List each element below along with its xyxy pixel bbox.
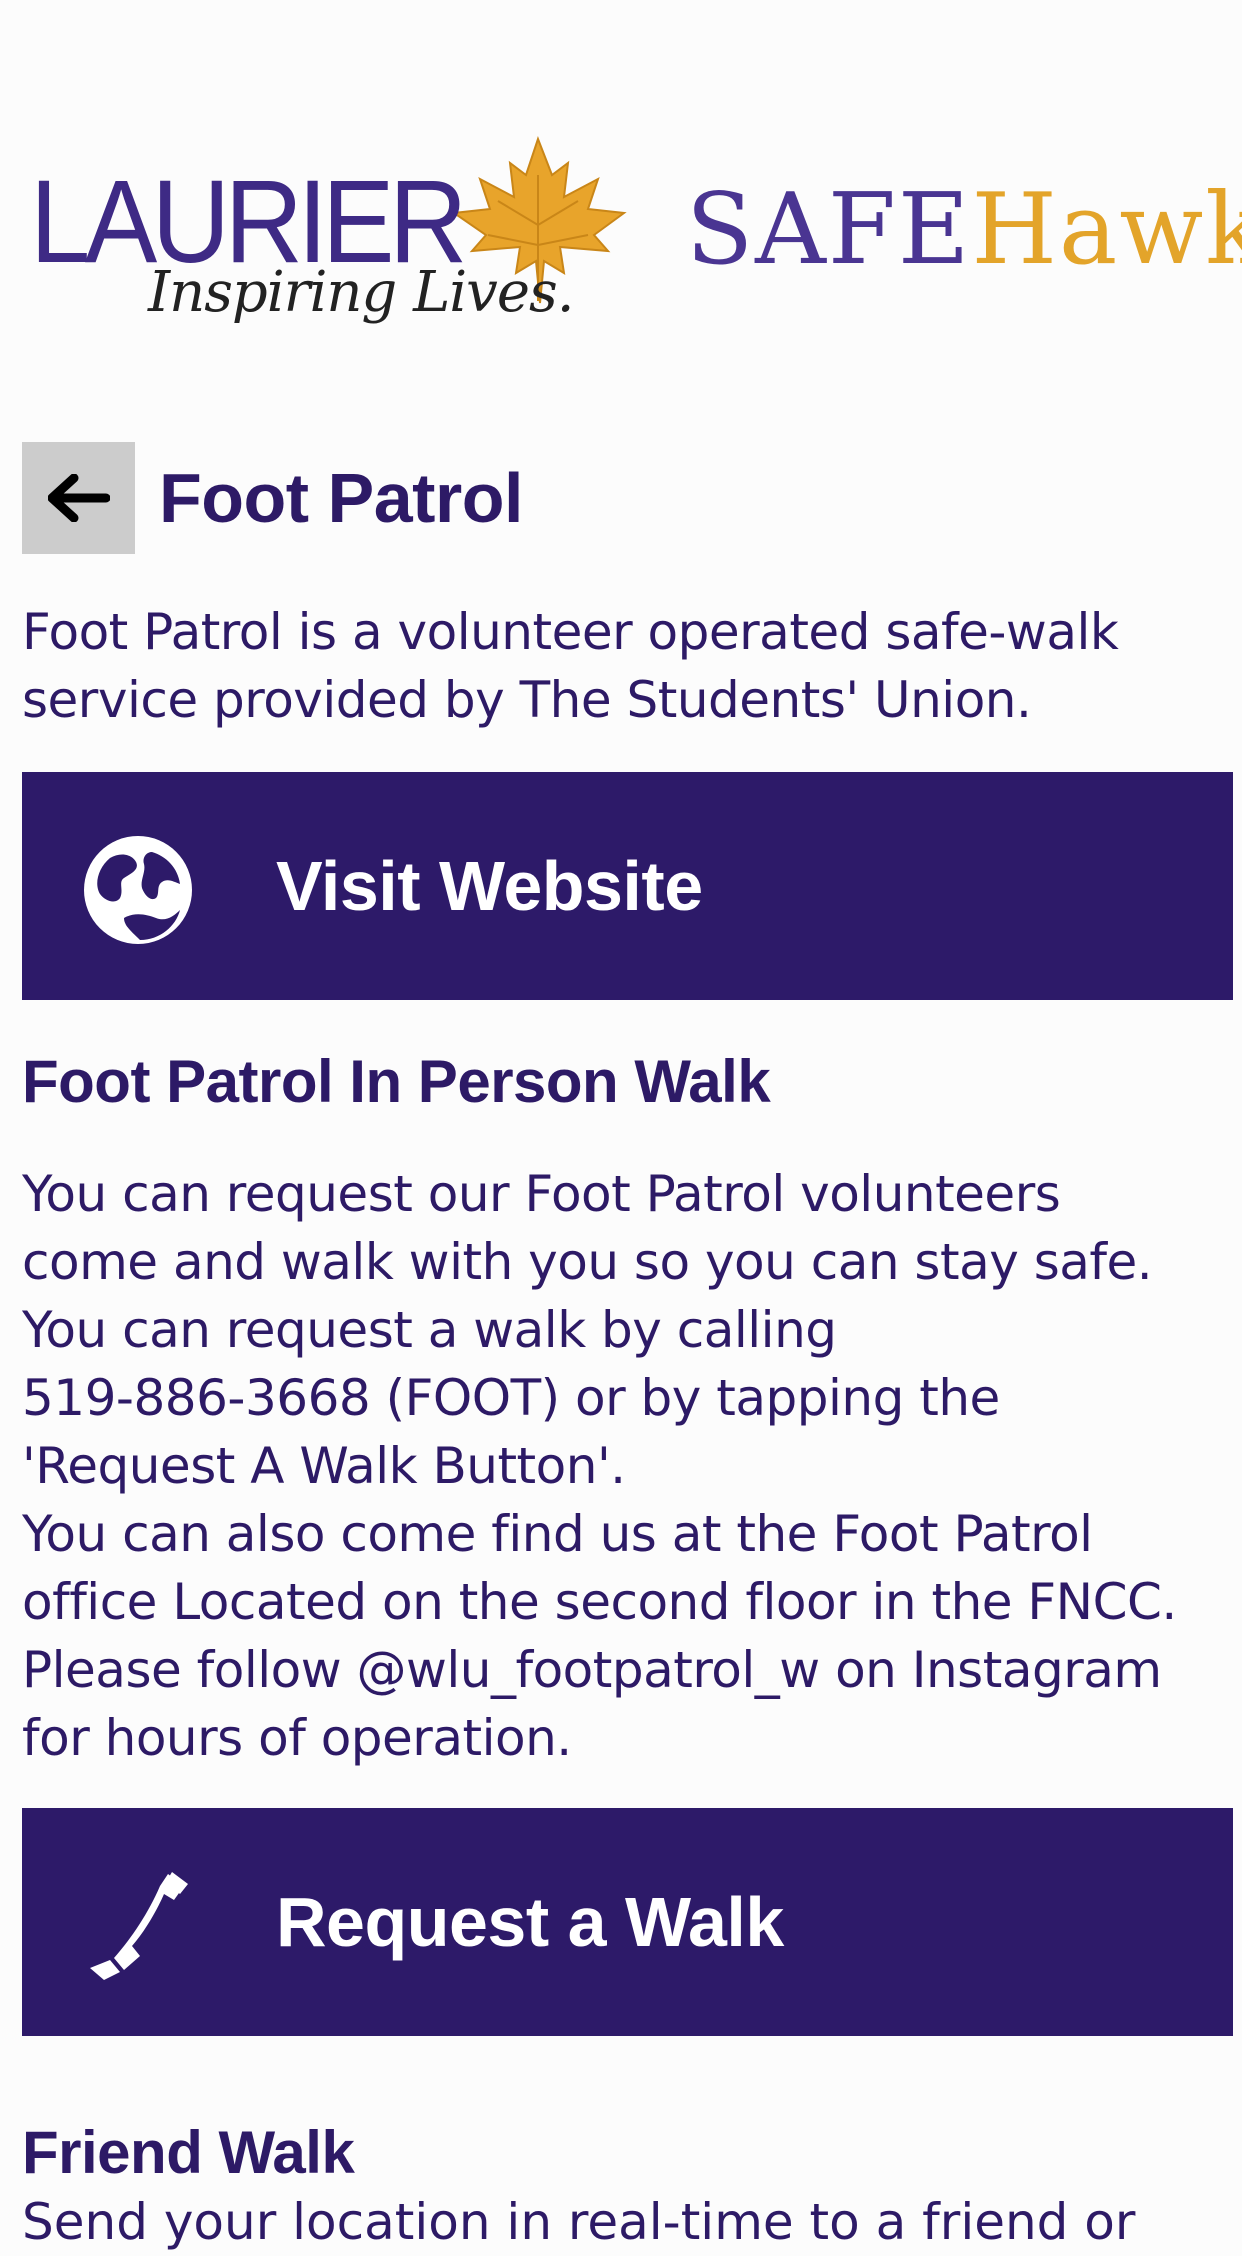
section-heading-in-person: Foot Patrol In Person Walk xyxy=(22,1048,771,1115)
page-title: Foot Patrol xyxy=(159,459,523,537)
app-header: LAURIER Inspiring Lives. SAFEHawk xyxy=(0,0,1242,400)
in-person-text: You can request our Foot Patrol voluntee… xyxy=(22,1160,1232,1772)
in-person-line: 'Request A Walk Button'. xyxy=(22,1437,626,1495)
request-walk-label: Request a Walk xyxy=(276,1883,784,1961)
in-person-line: office Located on the second floor in th… xyxy=(22,1573,1177,1631)
visit-website-label: Visit Website xyxy=(276,847,703,925)
safehawk-logo: SAFEHawk xyxy=(686,180,1242,280)
arrow-left-icon xyxy=(47,474,110,522)
in-person-line: You can request a walk by calling xyxy=(22,1301,837,1359)
in-person-line: Please follow @wlu_footpatrol_w on Insta… xyxy=(22,1641,1162,1699)
section-heading-friend-walk: Friend Walk xyxy=(22,2119,355,2186)
in-person-line: for hours of operation. xyxy=(22,1709,572,1767)
safehawk-logo-hawk: Hawk xyxy=(971,173,1242,287)
in-person-line: 519-886-3668 (FOOT) or by tapping the xyxy=(22,1369,1000,1427)
intro-line: service provided by The Students' Union. xyxy=(22,671,1032,729)
globe-icon xyxy=(84,836,192,944)
in-person-line: come and walk with you so you can stay s… xyxy=(22,1233,1153,1291)
phone-icon xyxy=(90,1872,188,1980)
request-walk-button[interactable]: Request a Walk xyxy=(22,1808,1233,2036)
intro-text: Foot Patrol is a volunteer operated safe… xyxy=(22,598,1232,734)
friend-walk-text: Send your location in real-time to a fri… xyxy=(22,2193,1136,2251)
back-button[interactable] xyxy=(22,442,135,554)
safehawk-logo-safe: SAFE xyxy=(686,173,972,287)
in-person-line: You can request our Foot Patrol voluntee… xyxy=(22,1165,1061,1223)
intro-line: Foot Patrol is a volunteer operated safe… xyxy=(22,603,1119,661)
laurier-tagline: Inspiring Lives. xyxy=(148,260,574,325)
title-row: Foot Patrol xyxy=(22,442,523,554)
in-person-line: You can also come find us at the Foot Pa… xyxy=(22,1505,1093,1563)
laurier-logo: LAURIER Inspiring Lives. xyxy=(30,135,627,335)
visit-website-button[interactable]: Visit Website xyxy=(22,772,1233,1000)
